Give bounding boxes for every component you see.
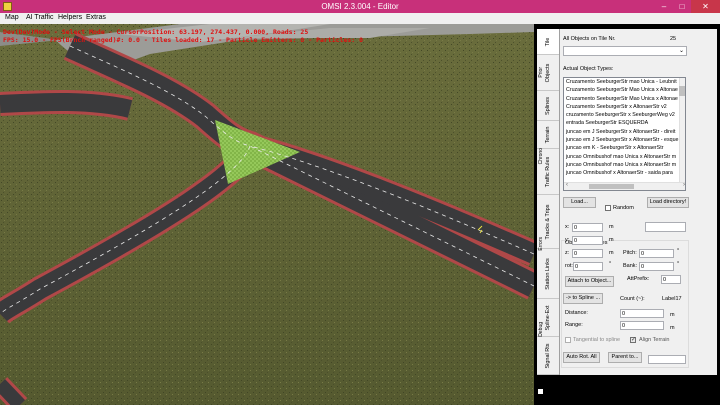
tile-number: 25 — [670, 36, 677, 42]
side-label-chrono: Chrono — [538, 148, 544, 165]
rot-unit: ° — [609, 261, 612, 267]
title-bar: OMSI 2.3.004 - Editor – □ ✕ — [0, 0, 720, 13]
panel-gutter — [691, 29, 717, 375]
pitch-unit: ° — [677, 248, 680, 254]
list-horizontal-scrollbar[interactable]: ‹ › — [564, 182, 685, 190]
minimize-button[interactable]: – — [655, 0, 673, 13]
list-item[interactable]: cruzamento SeeburgerStr x SeeburgerWeg v… — [564, 111, 685, 119]
z-label: z: — [565, 250, 570, 256]
pitch-label: Pitch: — [623, 250, 637, 256]
range-label: Range: — [565, 322, 583, 328]
menu-ai-traffic[interactable]: AI Traffic — [26, 14, 54, 21]
list-item[interactable]: juncao Omnibushof mao Unica x AltonaerSt… — [564, 161, 685, 169]
attach-to-object-button[interactable]: Attach to Object... — [565, 276, 614, 287]
tab-tile[interactable]: Tile — [537, 29, 559, 55]
load-button[interactable]: Load... — [563, 197, 596, 208]
list-item[interactable]: juncao em J SeeburgerStr x AltonaerStr -… — [564, 136, 685, 144]
y-field[interactable]: 0 — [572, 236, 603, 245]
parent-field[interactable] — [648, 355, 686, 364]
rot-field[interactable]: 0 — [573, 262, 603, 271]
list-item[interactable]: Cruzamento SeeburgerStr mao Unica - Leub… — [564, 78, 685, 86]
menu-helpers[interactable]: Helpers — [58, 14, 82, 21]
hud-stats-line: FPS: 15.0 - FPS(Brnch ranged)#: 0.0 - Ti… — [3, 36, 364, 44]
range-field[interactable]: 0 — [620, 321, 664, 330]
tab-splines[interactable]: Splines — [537, 91, 559, 121]
side-label-debug: Debug — [538, 322, 544, 337]
hud-status-line: Dev(Dev)Mode - Select Mode - CursorPosit… — [3, 28, 309, 36]
range-unit: m — [670, 325, 675, 331]
arrow-left-icon[interactable]: ‹ — [566, 182, 568, 188]
tab-signal-rts[interactable]: Signal Rts — [537, 337, 559, 375]
actual-types-label: Actual Object Types: — [563, 66, 614, 72]
z-unit: m — [609, 250, 614, 256]
panel-footer — [537, 375, 717, 405]
list-item[interactable]: entrada SeeburgerStr ESQUERDA — [564, 119, 685, 127]
scene-render — [0, 24, 534, 405]
bank-field[interactable]: 0 — [639, 262, 674, 271]
object-types-list[interactable]: Cruzamento SeeburgerStr mao Unica - Leub… — [563, 77, 686, 191]
y-label: y: — [565, 237, 570, 243]
align-terrain-checkbox[interactable] — [630, 336, 636, 343]
parent-to-button[interactable]: Parent to... — [608, 352, 642, 363]
z-field[interactable]: 0 — [572, 249, 603, 258]
x-label: x: — [565, 224, 570, 230]
tab-station-links[interactable]: Station Links — [537, 249, 559, 299]
window-title: OMSI 2.3.004 - Editor — [321, 2, 399, 11]
status-indicator — [538, 389, 543, 394]
x-extra-field[interactable] — [645, 222, 686, 232]
chevron-down-icon: ⌄ — [678, 48, 684, 54]
tangential-checkbox[interactable] — [565, 337, 571, 343]
road-left — [0, 92, 133, 118]
align-terrain-label: Align Terrain — [639, 337, 670, 343]
count-label: Count (~): — [620, 296, 645, 302]
side-label-errors: Errors — [538, 237, 544, 251]
list-item[interactable]: juncao Omnibushof mao Unica x AltonaerSt… — [564, 153, 685, 161]
bank-unit: ° — [677, 261, 680, 267]
editor-viewport[interactable]: Dev(Dev)Mode - Select Mode - CursorPosit… — [0, 24, 534, 405]
list-item[interactable]: Cruzamento SeeburgerStr Mao Unica x Alto… — [564, 95, 685, 103]
list-item[interactable]: Cruzamento SeeburgerStr Mao Unica x Alto… — [564, 86, 685, 94]
arrow-right-icon[interactable]: › — [683, 182, 685, 188]
menu-bar: Map AI Traffic Helpers Extras — [0, 13, 720, 24]
menu-map[interactable]: Map — [5, 14, 19, 21]
tangential-label: Tangential to spline — [573, 337, 621, 343]
to-spline-button[interactable]: -> to Spline ... — [563, 293, 603, 304]
all-objects-label: All Objects on Tile Nr. — [563, 36, 616, 42]
side-label-prior-v: Prior — [538, 67, 544, 78]
list-item[interactable]: Cruzamento SeeburgerStr x AltonaerStr v2 — [564, 103, 685, 111]
attprefix-field[interactable]: 0 — [661, 275, 681, 284]
random-checkbox[interactable] — [605, 205, 611, 211]
pitch-field[interactable]: 0 — [639, 249, 674, 258]
tile-dropdown[interactable]: ⌄ — [563, 46, 687, 56]
load-directory-button[interactable]: Load directory! — [647, 197, 689, 208]
list-item[interactable]: juncao em J SeeburgerStr x AltonaerStr -… — [564, 128, 685, 136]
close-button[interactable]: ✕ — [691, 0, 720, 13]
auto-rot-all-button[interactable]: Auto Rot. All — [563, 352, 600, 363]
distance-label: Distance: — [565, 310, 588, 316]
bank-label: Bank: — [623, 263, 638, 269]
rot-label: rot: — [565, 263, 573, 269]
count-value: Label17 — [662, 296, 682, 302]
list-item[interactable]: juncao Omnibushof x AltonaerStr - saida … — [564, 169, 685, 177]
y-unit: m — [609, 237, 614, 243]
list-item[interactable]: juncao em K - SeeburgerStr x AltonaerStr — [564, 144, 685, 152]
tab-terrain[interactable]: Terrain — [537, 121, 559, 149]
attprefix-label: AttPrefix: — [627, 276, 650, 282]
distance-field[interactable]: 0 — [620, 309, 664, 318]
x-unit: m — [609, 224, 614, 230]
maximize-button[interactable]: □ — [673, 0, 691, 13]
list-vertical-scrollbar[interactable] — [679, 78, 685, 182]
x-field[interactable]: 0 — [572, 223, 603, 232]
menu-extras[interactable]: Extras — [86, 14, 106, 21]
distance-unit: m — [670, 312, 675, 318]
object-properties-group — [561, 240, 689, 368]
random-label: Random — [613, 205, 634, 211]
